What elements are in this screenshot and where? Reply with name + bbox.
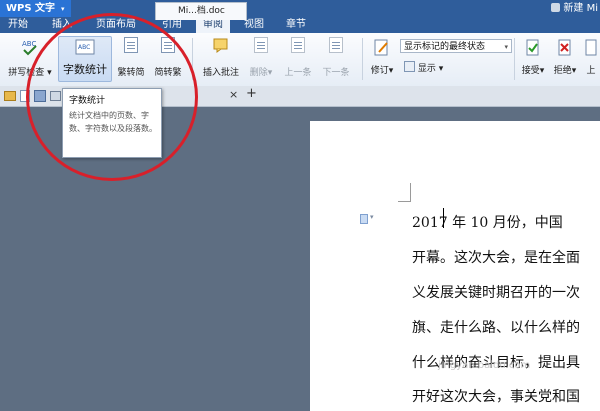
previous-change-icon: [585, 39, 597, 57]
document-text-line[interactable]: 旗、走什么路、以什么样的: [412, 317, 580, 337]
next-comment-button[interactable]: 下一条: [318, 37, 354, 78]
previous-icon: [291, 37, 305, 53]
app-title: WPS 文字: [6, 3, 56, 14]
reject-button[interactable]: 拒绝▾: [550, 39, 580, 76]
delete-comment-icon: [254, 37, 268, 53]
margin-corner-mark: [398, 183, 411, 202]
text-cursor: [443, 208, 444, 228]
delete-comment-button[interactable]: 删除▾: [246, 37, 276, 78]
show-markup-button[interactable]: 显示 ▾: [404, 61, 454, 74]
close-icon[interactable]: ×: [229, 88, 238, 101]
folder-icon[interactable]: [4, 91, 16, 101]
accept-button[interactable]: 接受▾: [518, 39, 548, 76]
reject-icon: [558, 39, 572, 57]
show-icon: [404, 61, 415, 72]
new-doc-icon: [551, 3, 561, 12]
document-text-line[interactable]: 义发展关键时期召开的一次: [412, 282, 580, 302]
document-tab-label: Mi...档.doc: [178, 6, 225, 16]
accept-icon: [526, 39, 540, 57]
ribbon-separator: [514, 38, 515, 80]
chevron-down-icon: ▾: [504, 43, 508, 51]
document-text-line[interactable]: 开幕。这次大会，是在全面: [412, 247, 580, 267]
insert-comment-button[interactable]: 插入批注: [198, 37, 244, 78]
title-bar: WPS 文字 ▾ 新建 Mi: [0, 0, 600, 17]
new-document-label[interactable]: 新建 Mi: [551, 0, 600, 17]
document-text-line[interactable]: 开好这次大会，事关党和国: [412, 386, 580, 406]
tab-home[interactable]: 开始: [4, 17, 32, 33]
comment-icon: [213, 37, 229, 53]
new-tab-plus-icon[interactable]: +: [246, 86, 257, 101]
chevron-down-icon: ▾: [370, 213, 374, 221]
document-text-line[interactable]: 2017 年 10 月份，中国: [412, 212, 563, 232]
next-icon: [329, 37, 343, 53]
ribbon-separator: [362, 38, 363, 80]
previous-comment-button[interactable]: 上一条: [280, 37, 316, 78]
tab-document[interactable]: Mi...档.doc: [155, 2, 247, 20]
watermark: jingyan.baidu.com: [438, 360, 531, 371]
tab-chapter[interactable]: 章节: [282, 17, 310, 33]
track-changes-icon: [374, 39, 390, 57]
track-changes-button[interactable]: 修订▾: [366, 39, 398, 76]
markup-display-select[interactable]: 显示标记的最终状态 ▾: [400, 39, 512, 53]
chevron-down-icon: ▾: [61, 5, 65, 13]
highlight-circle-annotation: [26, 13, 198, 181]
previous-change-button[interactable]: 上: [582, 39, 600, 76]
app-menu-button[interactable]: WPS 文字 ▾: [0, 0, 71, 17]
paragraph-icon[interactable]: [360, 214, 368, 224]
